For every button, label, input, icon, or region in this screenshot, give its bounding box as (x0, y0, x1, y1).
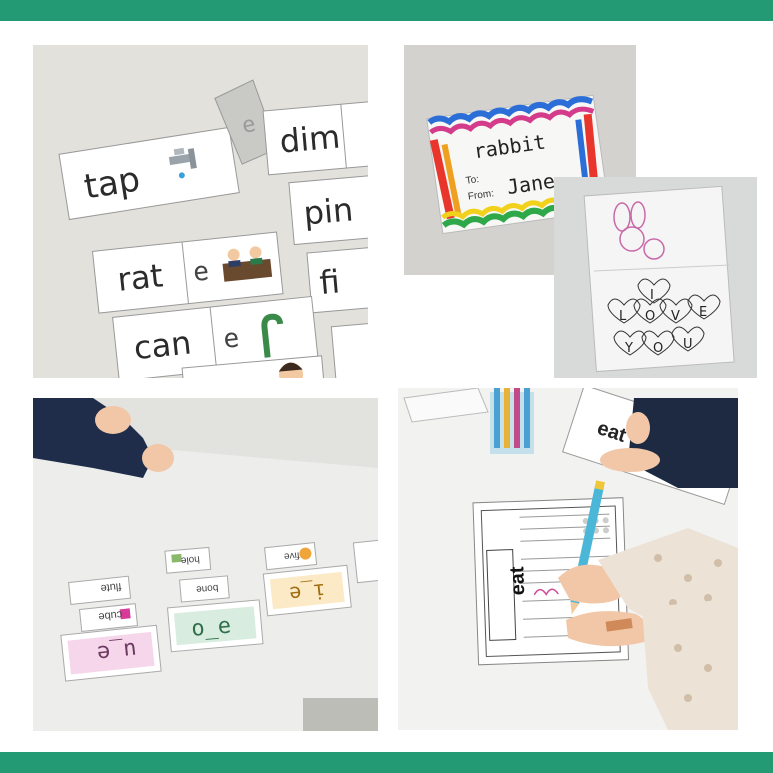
heart-letter-6: Y (624, 341, 633, 356)
heart-letter-7: O (653, 341, 663, 356)
flap-cube: cube (98, 608, 123, 622)
heart-letter-5: E (699, 305, 707, 320)
heart-letter-1: I (650, 288, 654, 303)
word-dim: dim (278, 117, 341, 160)
word-pin: pin (302, 190, 355, 232)
heart-letter-8: U (683, 337, 693, 352)
word-rat: rat (116, 256, 165, 299)
heart-letter-4: V (671, 309, 680, 324)
card-i_e: i_e (288, 579, 326, 607)
photo-folded-love-card: I L O V E Y O U (554, 177, 757, 378)
bottom-green-band (0, 752, 773, 773)
word-can: can (132, 323, 193, 367)
letter-e-2: e (222, 323, 241, 354)
word-fi: fi (318, 262, 341, 302)
card-u_e: u_e (96, 637, 138, 666)
flap-bone: bone (195, 582, 219, 595)
to-label: To: (465, 174, 480, 187)
worksheet-word: eat (506, 566, 529, 596)
flap-five: five (283, 549, 300, 562)
photo-eat-worksheet: eat eat (398, 388, 738, 730)
flap-flute: flute (100, 580, 122, 594)
photo-word-family-cards: tap e dim pin rat e fi can e (33, 45, 368, 378)
top-green-band (0, 0, 773, 21)
flap-hole: hole (180, 553, 200, 566)
heart-letter-3: O (645, 309, 655, 324)
photo-vowel-flap-cards: u_e flute cube o_e hole bone i_e five (33, 398, 378, 731)
heart-letter-2: L (619, 309, 627, 324)
card-o_e: o_e (190, 613, 232, 641)
letter-e-1: e (192, 256, 211, 287)
